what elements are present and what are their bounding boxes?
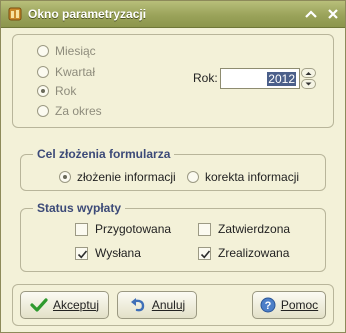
window-title: Okno parametryzacji <box>28 7 147 21</box>
parametrization-window: Okno parametryzacji Miesiąc Kwartał Rok … <box>0 0 346 333</box>
checkbox-approved[interactable]: Zatwierdzona <box>198 222 290 236</box>
radio-label: Miesiąc <box>55 44 96 58</box>
arrow-down-icon <box>305 82 312 86</box>
help-label: Pomoc <box>280 298 319 312</box>
checkbox-label: Wysłana <box>95 246 141 260</box>
checkmark-icon <box>77 249 88 258</box>
spin-down-button[interactable] <box>301 79 316 89</box>
radio-circle <box>37 85 49 97</box>
checkbox-label: Zrealizowana <box>218 246 290 260</box>
checkbox-box <box>75 222 88 236</box>
radio-label: Kwartał <box>55 65 96 79</box>
undo-icon <box>130 298 145 312</box>
close-icon <box>328 9 338 19</box>
checkbox-sent[interactable]: Wysłana <box>75 246 141 260</box>
radio-circle <box>59 171 71 183</box>
year-input[interactable]: 2012 <box>220 68 300 89</box>
checkbox-box <box>75 246 88 260</box>
checkmark-icon <box>30 298 48 312</box>
accept-label: Akceptuj <box>52 298 100 312</box>
cancel-label: Anuluj <box>151 298 186 312</box>
radio-submission[interactable]: złożenie informacji <box>59 170 176 184</box>
status-group: Status wypłaty <box>20 201 326 272</box>
help-icon: ? <box>260 297 276 313</box>
svg-text:?: ? <box>264 300 271 312</box>
cancel-button[interactable]: Anuluj <box>117 291 197 319</box>
checkbox-box <box>198 222 211 236</box>
minimize-button[interactable] <box>303 7 319 22</box>
help-button[interactable]: ? Pomoc <box>252 291 326 319</box>
checkbox-realized[interactable]: Zrealizowana <box>198 246 289 260</box>
close-button[interactable] <box>325 7 341 22</box>
radio-label: Rok <box>55 84 77 98</box>
year-value: 2012 <box>267 72 296 86</box>
radio-label: złożenie informacji <box>77 170 176 184</box>
spin-up-button[interactable] <box>301 68 316 78</box>
app-icon <box>8 7 22 21</box>
radio-label: Za okres <box>55 104 102 118</box>
radio-circle <box>37 66 49 78</box>
radio-circle <box>187 171 199 183</box>
checkbox-label: Zatwierdzona <box>218 222 291 236</box>
radio-quarter: Kwartał <box>37 65 95 79</box>
radio-year: Rok <box>37 84 76 98</box>
year-spinner[interactable] <box>301 68 316 89</box>
accept-button[interactable]: Akceptuj <box>20 291 109 319</box>
arrow-up-icon <box>305 72 312 75</box>
radio-circle <box>37 105 49 117</box>
year-label: Rok: <box>193 71 218 85</box>
chevron-up-icon <box>305 10 317 18</box>
status-legend: Status wypłaty <box>33 201 126 215</box>
checkbox-box <box>198 246 211 260</box>
radio-month: Miesiąc <box>37 44 96 58</box>
radio-correction[interactable]: korekta informacji <box>187 170 299 184</box>
title-bar[interactable]: Okno parametryzacji <box>1 1 345 28</box>
radio-circle <box>37 45 49 57</box>
radio-date-range: Za okres <box>37 104 102 118</box>
radio-label: korekta informacji <box>205 170 300 184</box>
purpose-legend: Cel złożenia formularza <box>33 147 175 161</box>
checkbox-prepared[interactable]: Przygotowana <box>75 222 171 236</box>
checkbox-label: Przygotowana <box>95 222 172 236</box>
checkmark-icon <box>200 249 211 258</box>
